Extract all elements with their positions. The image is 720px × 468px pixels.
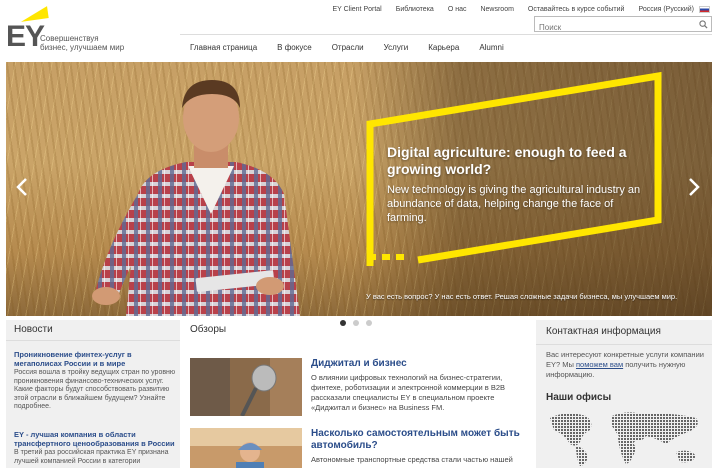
main-nav: Главная страница В фокусе Отрасли Услуги… [180,34,712,60]
news-heading: Новости [14,324,53,335]
carousel-dot-2[interactable] [353,320,359,326]
review-item-title[interactable]: Насколько самостоятельным может быть авт… [311,428,531,452]
carousel-dots [340,320,372,326]
offices-heading: Наши офисы [546,392,612,403]
news-item: Проникновение финтех-услуг в мегаполисах… [14,350,178,412]
contact-section: Контактная информация Вас интересуют кон… [536,320,712,468]
nav-industries[interactable]: Отрасли [332,43,364,52]
carousel-dot-3[interactable] [366,320,372,326]
top-links: EY Client Portal Библиотека О нас Newsro… [318,3,710,15]
review-item: Насколько самостоятельным может быть авт… [190,428,528,468]
hero-caption: У вас есть вопрос? У нас есть ответ. Реш… [366,292,678,301]
toplink-library[interactable]: Библиотека [396,6,434,13]
toplink-newsroom[interactable]: Newsroom [480,6,513,13]
news-section: Новости Проникновение финтех-услуг в мег… [6,320,180,468]
toplink-subscribe[interactable]: Оставайтесь в курсе событий [528,6,625,13]
nav-focus[interactable]: В фокусе [277,43,312,52]
news-item-title[interactable]: Проникновение финтех-услуг в мегаполисах… [14,350,178,368]
search-input[interactable] [535,20,695,35]
hero-farmer-image [92,80,300,316]
nav-careers[interactable]: Карьера [428,43,459,52]
review-item-text: Автономные транспортные средства стали ч… [311,455,513,464]
russia-flag-icon[interactable] [699,5,710,13]
hero-description: New technology is giving the agricultura… [387,184,641,224]
hero-banner[interactable]: Digital agriculture: enough to feed a gr… [6,62,712,316]
review-item-text: О влиянии цифровых технологий на бизнес-… [311,373,506,412]
ey-logo[interactable]: EY Совершенствуя бизнес, улучшаем мир [6,6,126,54]
carousel-next-icon[interactable] [686,176,702,198]
news-item: EY - лучшая компания в области трансферт… [14,430,178,466]
microphone-thumbnail[interactable] [190,358,302,416]
logo-tagline: Совершенствуя бизнес, улучшаем мир [40,34,125,52]
child-car-thumbnail[interactable] [190,428,302,468]
review-item: Диджитал и бизнес О влиянии цифровых тех… [190,358,528,418]
logo-text: EY [6,20,45,53]
toplink-about[interactable]: О нас [448,6,467,13]
carousel-prev-icon[interactable] [14,176,30,198]
contact-heading: Контактная информация [546,326,661,337]
search-icon[interactable] [699,20,708,29]
nav-alumni[interactable]: Alumni [479,43,503,52]
toplink-region[interactable]: Россия (Русский) [638,6,694,13]
contact-text: Вас интересуют конкретные услуги компани… [546,350,706,380]
contact-help-link[interactable]: поможем вам [576,360,623,369]
news-item-text: Россия вошла в тройку ведущих стран по у… [14,369,176,410]
reviews-heading: Обзоры [190,324,227,335]
news-item-text: В третий раз российская практика EY приз… [14,449,169,465]
carousel-dot-1[interactable] [340,320,346,326]
toplink-client-portal[interactable]: EY Client Portal [332,6,381,13]
divider [6,340,180,341]
search-box [534,16,712,35]
page: EY Совершенствуя бизнес, улучшаем мир EY… [0,0,720,468]
news-item-title[interactable]: EY - лучшая компания в области трансферт… [14,430,178,448]
nav-home[interactable]: Главная страница [190,43,257,52]
review-item-title[interactable]: Диджитал и бизнес [311,358,531,370]
hero-title[interactable]: Digital agriculture: enough to feed a gr… [387,144,657,178]
nav-services[interactable]: Услуги [384,43,409,52]
divider [536,344,712,345]
world-map-icon[interactable] [546,408,706,468]
